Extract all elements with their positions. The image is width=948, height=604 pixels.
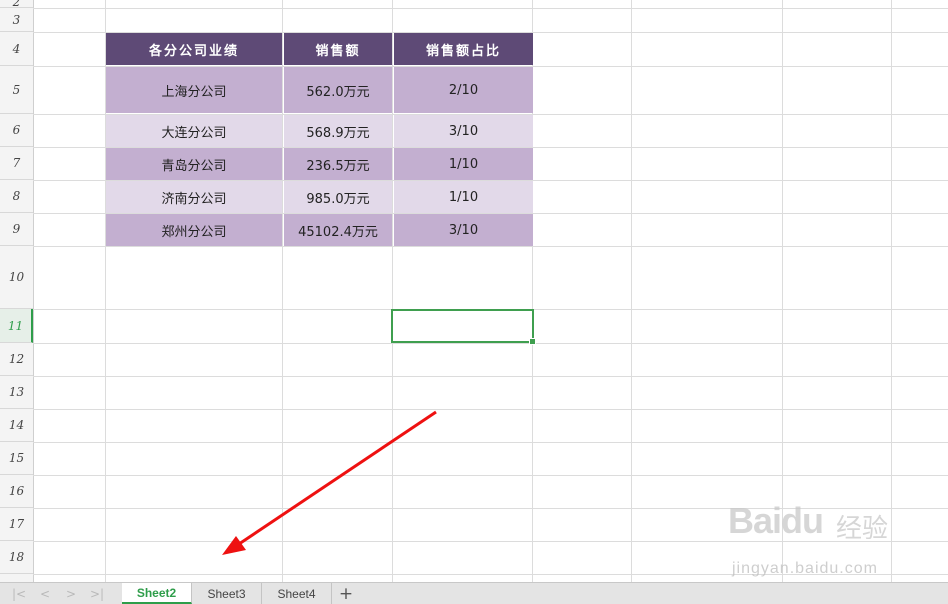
table-cell[interactable]: 2/10 — [394, 67, 533, 113]
table-cell[interactable]: 郑州分公司 — [106, 214, 282, 246]
spreadsheet-grid[interactable]: 2 3 4 5 6 7 8 9 10 11 12 13 14 15 16 17 … — [0, 0, 948, 582]
sheet-tab-bar: |< < > >| Sheet2 Sheet3 Sheet4 + — [0, 582, 948, 604]
grid-line — [33, 376, 948, 377]
prev-sheet-icon[interactable]: < — [36, 586, 54, 602]
row-header-6[interactable]: 6 — [0, 114, 33, 147]
grid-line — [33, 8, 948, 9]
table-header-sales[interactable]: 销售额 — [284, 33, 392, 65]
table-cell[interactable]: 562.0万元 — [284, 67, 392, 113]
row-header-10[interactable]: 10 — [0, 246, 33, 309]
grid-line — [33, 343, 948, 344]
tab-sheet2[interactable]: Sheet2 — [122, 583, 192, 604]
tab-sheet3[interactable]: Sheet3 — [192, 583, 262, 604]
row-header-2[interactable]: 2 — [0, 0, 33, 9]
row-header-4[interactable]: 4 — [0, 32, 33, 66]
table-cell[interactable]: 上海分公司 — [106, 67, 282, 113]
grid-line — [392, 0, 393, 582]
row-header-18[interactable]: 18 — [0, 541, 33, 574]
row-header-16[interactable]: 16 — [0, 475, 33, 508]
table-header-company[interactable]: 各分公司业绩 — [106, 33, 282, 65]
row-header-9[interactable]: 9 — [0, 213, 33, 246]
row-header-3[interactable]: 3 — [0, 8, 33, 32]
table-header-ratio[interactable]: 销售额占比 — [394, 33, 533, 65]
table-cell[interactable]: 济南分公司 — [106, 181, 282, 213]
next-sheet-icon[interactable]: > — [62, 586, 80, 602]
row-header-11[interactable]: 11 — [0, 309, 33, 343]
table-cell[interactable]: 青岛分公司 — [106, 148, 282, 180]
table-cell[interactable]: 985.0万元 — [284, 181, 392, 213]
grid-line — [33, 246, 948, 247]
table-cell[interactable]: 1/10 — [394, 148, 533, 180]
grid-line — [631, 0, 632, 582]
table-cell[interactable]: 1/10 — [394, 181, 533, 213]
table-cell[interactable]: 3/10 — [394, 214, 533, 246]
table-cell[interactable]: 568.9万元 — [284, 115, 392, 147]
row-header-14[interactable]: 14 — [0, 409, 33, 442]
row-header-17[interactable]: 17 — [0, 508, 33, 541]
fill-handle[interactable] — [529, 338, 536, 345]
grid-line — [33, 409, 948, 410]
grid-line — [33, 442, 948, 443]
selected-cell[interactable] — [391, 309, 536, 345]
row-header-13[interactable]: 13 — [0, 376, 33, 409]
grid-line — [891, 0, 892, 582]
table-cell[interactable]: 3/10 — [394, 115, 533, 147]
baidu-watermark: Baidu 经验 jingyan.baidu.com — [728, 498, 898, 580]
table-cell[interactable]: 大连分公司 — [106, 115, 282, 147]
grid-line — [282, 0, 283, 582]
grid-line — [33, 475, 948, 476]
watermark-url: jingyan.baidu.com — [732, 560, 878, 577]
table-cell[interactable]: 45102.4万元 — [284, 214, 392, 246]
row-header-8[interactable]: 8 — [0, 180, 33, 213]
watermark-logo: Baidu — [728, 500, 824, 541]
table-cell[interactable]: 236.5万元 — [284, 148, 392, 180]
grid-line — [782, 0, 783, 582]
watermark-title: 经验 — [836, 514, 889, 544]
add-sheet-button[interactable]: + — [336, 583, 356, 604]
first-sheet-icon[interactable]: |< — [10, 586, 28, 602]
row-header-15[interactable]: 15 — [0, 442, 33, 475]
row-header-7[interactable]: 7 — [0, 147, 33, 180]
row-header-12[interactable]: 12 — [0, 343, 33, 376]
row-header-column: 2 3 4 5 6 7 8 9 10 11 12 13 14 15 16 17 … — [0, 0, 34, 582]
row-header-5[interactable]: 5 — [0, 66, 33, 114]
tab-sheet4[interactable]: Sheet4 — [262, 583, 332, 604]
last-sheet-icon[interactable]: >| — [88, 586, 106, 602]
